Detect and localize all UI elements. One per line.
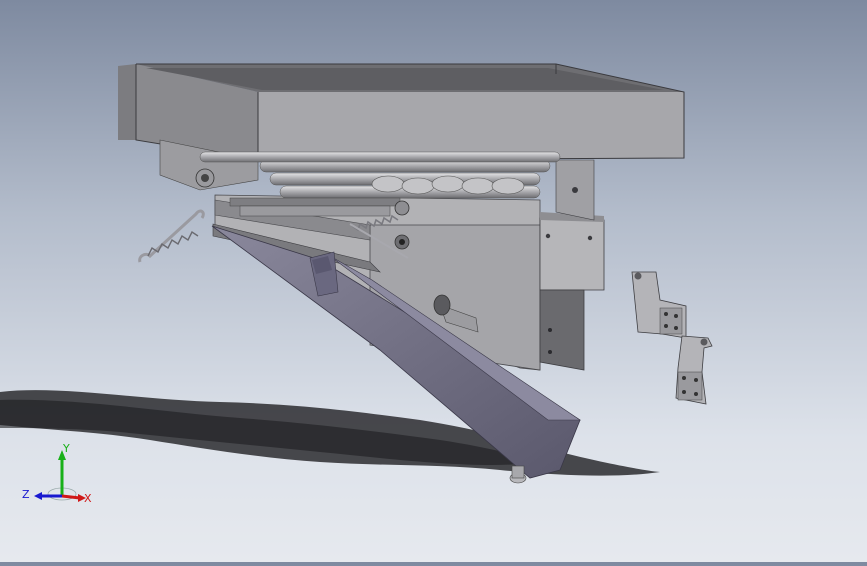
hopper-box[interactable] [118,63,685,161]
x-axis-label: X [84,492,92,505]
z-axis-arrow-icon [34,492,42,500]
bracket-upper[interactable] [631,271,687,339]
x-axis-line [61,494,81,500]
z-axis-label: Z [22,488,30,501]
model-canvas[interactable] [0,0,867,562]
coordinate-triad: Y X Z [18,440,98,510]
triad-graphic: Y X Z [22,442,92,505]
bracket-lower[interactable] [675,335,713,405]
graphics-viewport[interactable] [0,0,867,562]
y-axis-label: Y [62,442,70,455]
tension-spring-left[interactable] [138,209,205,263]
